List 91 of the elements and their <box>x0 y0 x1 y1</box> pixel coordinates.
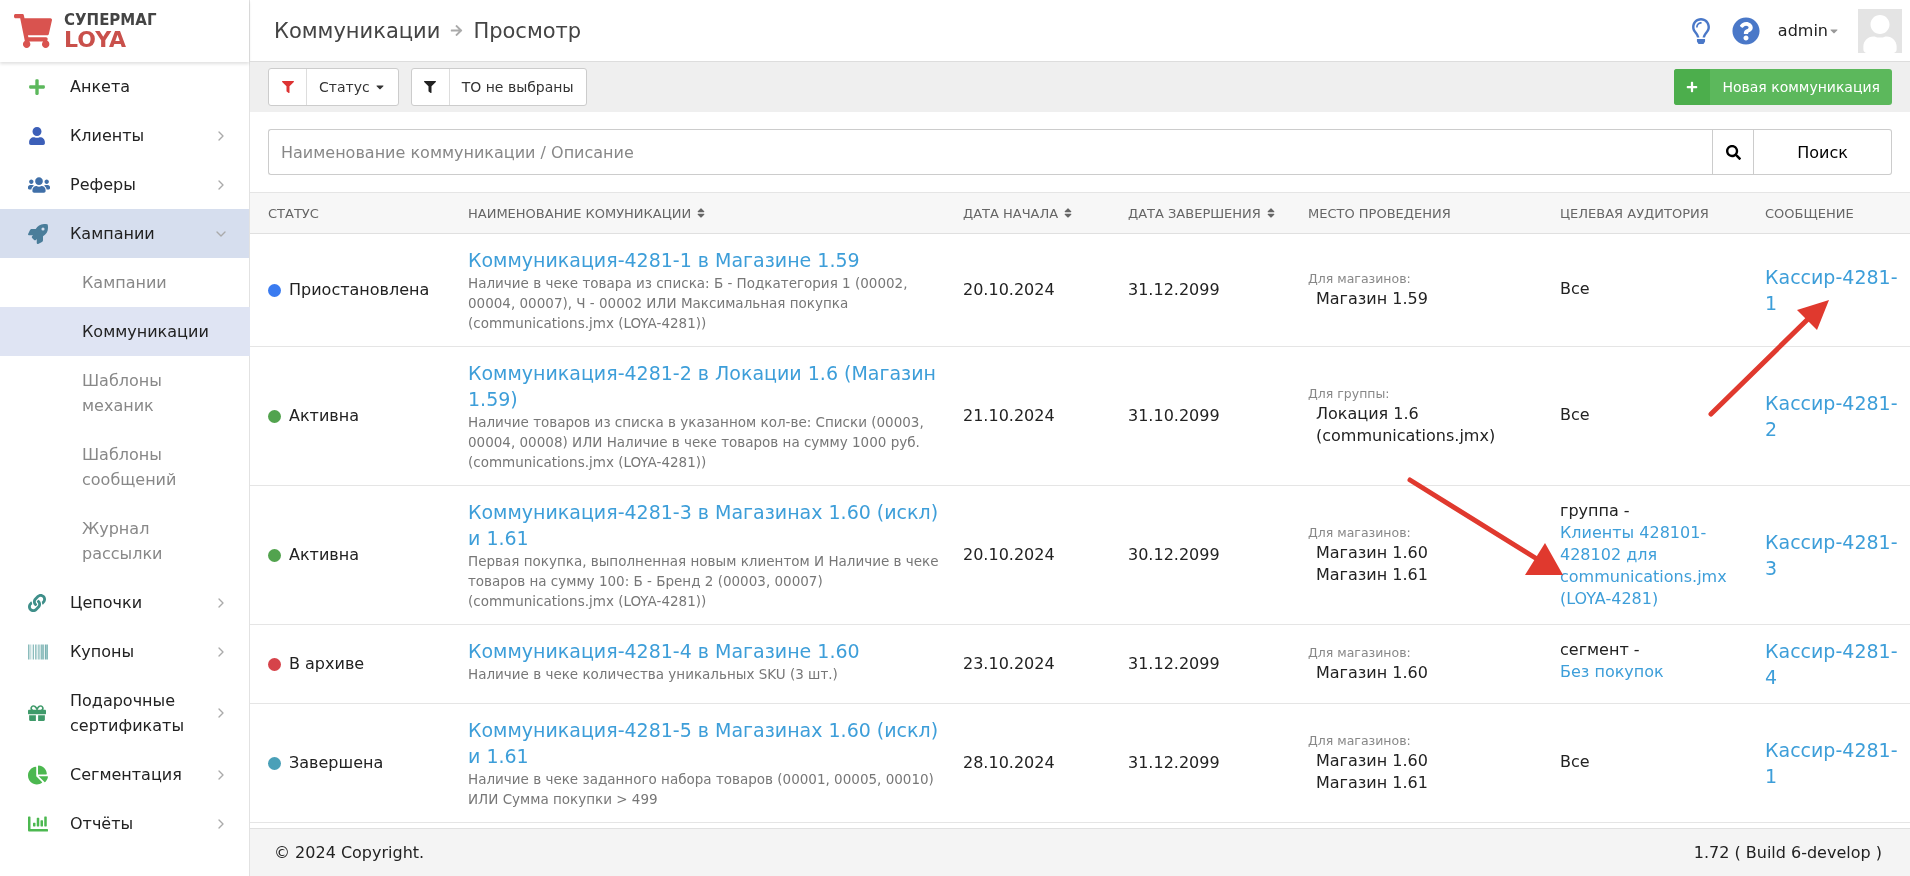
sidebar-item[interactable]: Отчёты <box>0 799 249 848</box>
communication-link[interactable]: Коммуникация-4281-2 в Локации 1.6 (Магазин 1.59) <box>468 360 939 412</box>
communication-description: Наличие в чеке заданного набора товаров (00001, 00005, 00010) ИЛИ Сумма покупки > 499 <box>468 770 935 809</box>
cart-logo-icon <box>14 12 52 50</box>
place-name: Магазин 1.60 <box>1315 662 1429 684</box>
place-label: Для магазинов: <box>1308 524 1412 542</box>
communication-description: Наличие товаров из списка в указанном кол-ве: Списки (00003, 00004, 00008) ИЛИ Наличие в чеке товаров на сумму 1000 руб. (communications.jmx (LOYA-4281)) <box>468 413 925 472</box>
column-header: СТАТУС <box>268 205 319 221</box>
end-date: 31.12.2099 <box>1128 653 1221 675</box>
breadcrumb-item: Просмотр <box>473 18 582 43</box>
place-label: Для магазинов: <box>1308 732 1412 750</box>
start-date: 23.10.2024 <box>963 653 1056 675</box>
end-date: 31.12.2099 <box>1128 279 1221 301</box>
copyright-text: © 2024 Copyright. <box>274 843 425 862</box>
sidebar-item[interactable]: Клиенты <box>0 111 249 160</box>
menu-icon <box>28 77 46 96</box>
place-name: Локация 1.6 (communications.jmx) <box>1315 403 1497 447</box>
breadcrumb-arrow-icon <box>450 24 464 37</box>
place-name: Магазин 1.60 <box>1315 542 1429 564</box>
menu-icon <box>28 704 46 722</box>
sidebar-item[interactable]: Реферы <box>0 160 249 209</box>
menu-icon <box>28 593 46 612</box>
communication-link[interactable]: Коммуникация-4281-4 в Магазине 1.60 <box>468 638 939 664</box>
place-name: Магазин 1.60 <box>1315 750 1429 772</box>
communication-description: Наличие в чеке количества уникальных SKU (3 шт.) <box>468 665 839 684</box>
audience-text: сегмент - <box>1560 639 1640 661</box>
communication-link[interactable]: Коммуникация-4281-3 в Магазинах 1.60 (искл) и 1.61 <box>468 499 939 551</box>
place-name: Магазин 1.59 <box>1315 288 1429 310</box>
filter-button[interactable]: ТО не выбраны <box>410 68 587 106</box>
sidebar-subitem[interactable]: Коммуникации <box>0 307 250 356</box>
sidebar-item[interactable]: Сегментация <box>0 750 249 799</box>
communication-link[interactable]: Коммуникация-4281-1 в Магазине 1.59 <box>468 247 939 273</box>
audience-link[interactable]: Клиенты 428101-428102 для communications.jmx (LOYA-4281) <box>1560 522 1741 610</box>
sidebar-subitem[interactable]: Журнал рассылки <box>0 504 250 578</box>
message-link[interactable]: Кассир-4281-3 <box>1765 529 1904 581</box>
end-date: 31.10.2099 <box>1128 405 1221 427</box>
status-text: Активна <box>289 405 360 427</box>
place-label: Для магазинов: <box>1308 270 1412 288</box>
message-link[interactable]: Кассир-4281-4 <box>1765 638 1904 690</box>
start-date: 20.10.2024 <box>963 279 1056 301</box>
audience-text: группа - <box>1560 500 1630 522</box>
place-label: Для магазинов: <box>1308 644 1412 662</box>
status-text: Завершена <box>289 752 384 774</box>
message-link[interactable]: Кассир-4281-1 <box>1765 264 1904 316</box>
communication-description: Наличие в чеке товара из списка: Б - Подкатегория 1 (00002, 00004, 00007), Ч - 00002 ИЛИ Максимальная покупка (communications.jmx (LOYA-4281)) <box>468 274 909 333</box>
audience-text: Все <box>1560 750 1590 773</box>
sidebar-item[interactable]: Подарочные сертификаты <box>0 676 249 750</box>
menu-icon <box>28 126 46 145</box>
user-menu[interactable]: admin <box>1777 21 1840 40</box>
sidebar-item[interactable]: Анкета <box>0 62 249 111</box>
audience-text: Все <box>1560 403 1590 426</box>
audience-text: Все <box>1560 277 1590 300</box>
search-icon <box>1725 144 1741 160</box>
status-text: Приостановлена <box>289 279 430 301</box>
help-icon[interactable] <box>1731 16 1760 45</box>
place-label: Для группы: <box>1308 385 1391 403</box>
status-text: В архиве <box>289 653 365 675</box>
end-date: 30.12.2099 <box>1128 544 1221 566</box>
sidebar-subitem[interactable]: Шаблоны сообщений <box>0 430 250 504</box>
place-name: Магазин 1.61 <box>1315 564 1429 586</box>
column-header: МЕСТО ПРОВЕДЕНИЯ <box>1308 205 1451 221</box>
column-header: СООБЩЕНИЕ <box>1765 205 1854 221</box>
start-date: 20.10.2024 <box>963 544 1056 566</box>
message-link[interactable]: Кассир-4281-2 <box>1765 390 1904 442</box>
filter-button[interactable]: Статус <box>268 68 399 106</box>
column-header: ЦЕЛЕВАЯ АУДИТОРИЯ <box>1560 205 1709 221</box>
place-name: Магазин 1.61 <box>1315 772 1429 794</box>
end-date: 31.12.2099 <box>1128 752 1221 774</box>
plus-icon <box>1686 81 1699 93</box>
menu-icon <box>28 764 48 785</box>
column-header[interactable]: НАИМЕНОВАНИЕ КОМУНИКАЦИИ <box>468 205 692 221</box>
search-field[interactable]: Наименование коммуникации / Описание <box>268 129 1712 175</box>
communication-link[interactable]: Коммуникация-4281-5 в Магазинах 1.60 (искл) и 1.61 <box>468 717 939 769</box>
start-date: 21.10.2024 <box>963 405 1056 427</box>
breadcrumb-item: Коммуникации <box>274 18 441 43</box>
search-button[interactable]: Поиск <box>1754 129 1892 175</box>
communication-description: Первая покупка, выполненная новым клиентом И Наличие в чеке товаров на сумму 100: Б - Бренд 2 (00003, 00007) (communications.jmx (LOYA-4281)) <box>468 552 939 611</box>
message-link[interactable]: Кассир-4281-1 <box>1765 737 1904 789</box>
sidebar-item[interactable]: Цепочки <box>0 578 249 627</box>
status-text: Активна <box>289 544 360 566</box>
sidebar-item[interactable]: Купоны <box>0 627 249 676</box>
audience-link[interactable]: Без покупок <box>1560 661 1664 683</box>
start-date: 28.10.2024 <box>963 752 1056 774</box>
version-text: 1.72 ( Build 6-develop ) <box>1693 843 1882 862</box>
sidebar-subitem[interactable]: Кампании <box>0 258 250 307</box>
brand-product: LOYA <box>64 29 127 51</box>
menu-icon <box>28 223 48 244</box>
sidebar-subitem[interactable]: Шаблоны механик <box>0 356 250 430</box>
search-icon-button[interactable] <box>1712 129 1754 175</box>
brand-name: СУПЕРМАГ <box>64 11 157 29</box>
sidebar-item[interactable]: Кампании <box>0 209 249 258</box>
